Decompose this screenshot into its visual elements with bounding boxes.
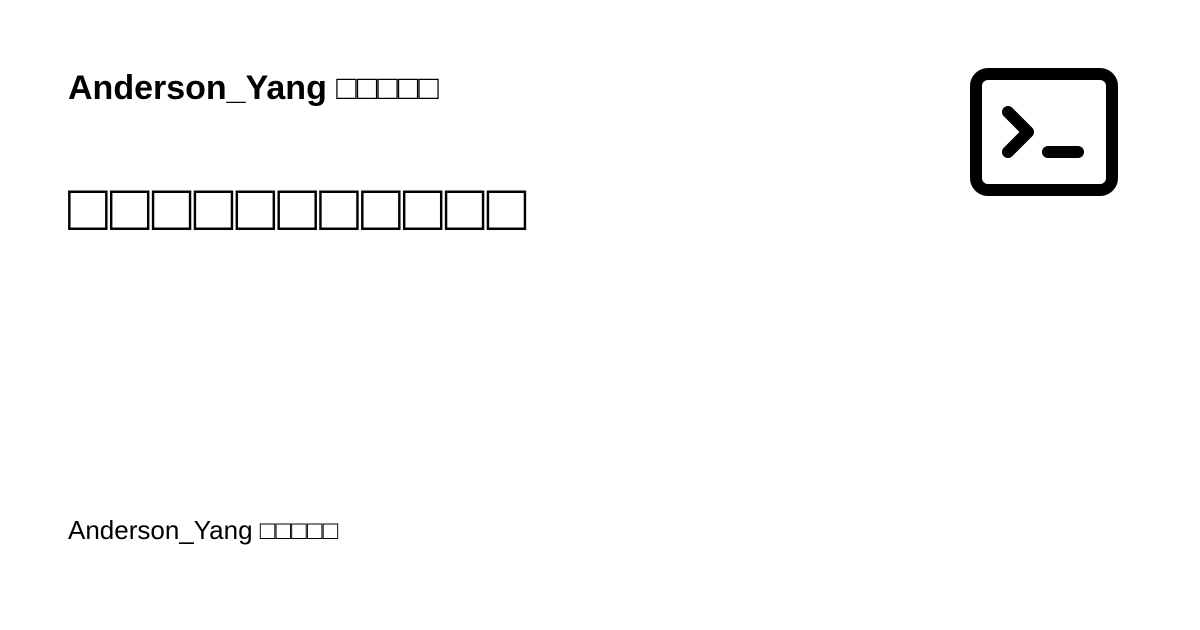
site-name: Anderson_Yang □□□□□ (68, 69, 439, 107)
author-name: Anderson_Yang □□□□□ (68, 515, 339, 545)
prompt-chevron (1002, 106, 1034, 158)
page-title: □□□□□□□□□□□ (68, 170, 529, 244)
terminal-frame (970, 68, 1118, 196)
terminal-icon (970, 68, 1118, 196)
og-card: Anderson_Yang □□□□□ □□□□□□□□□□□ Anderson… (0, 0, 1200, 630)
